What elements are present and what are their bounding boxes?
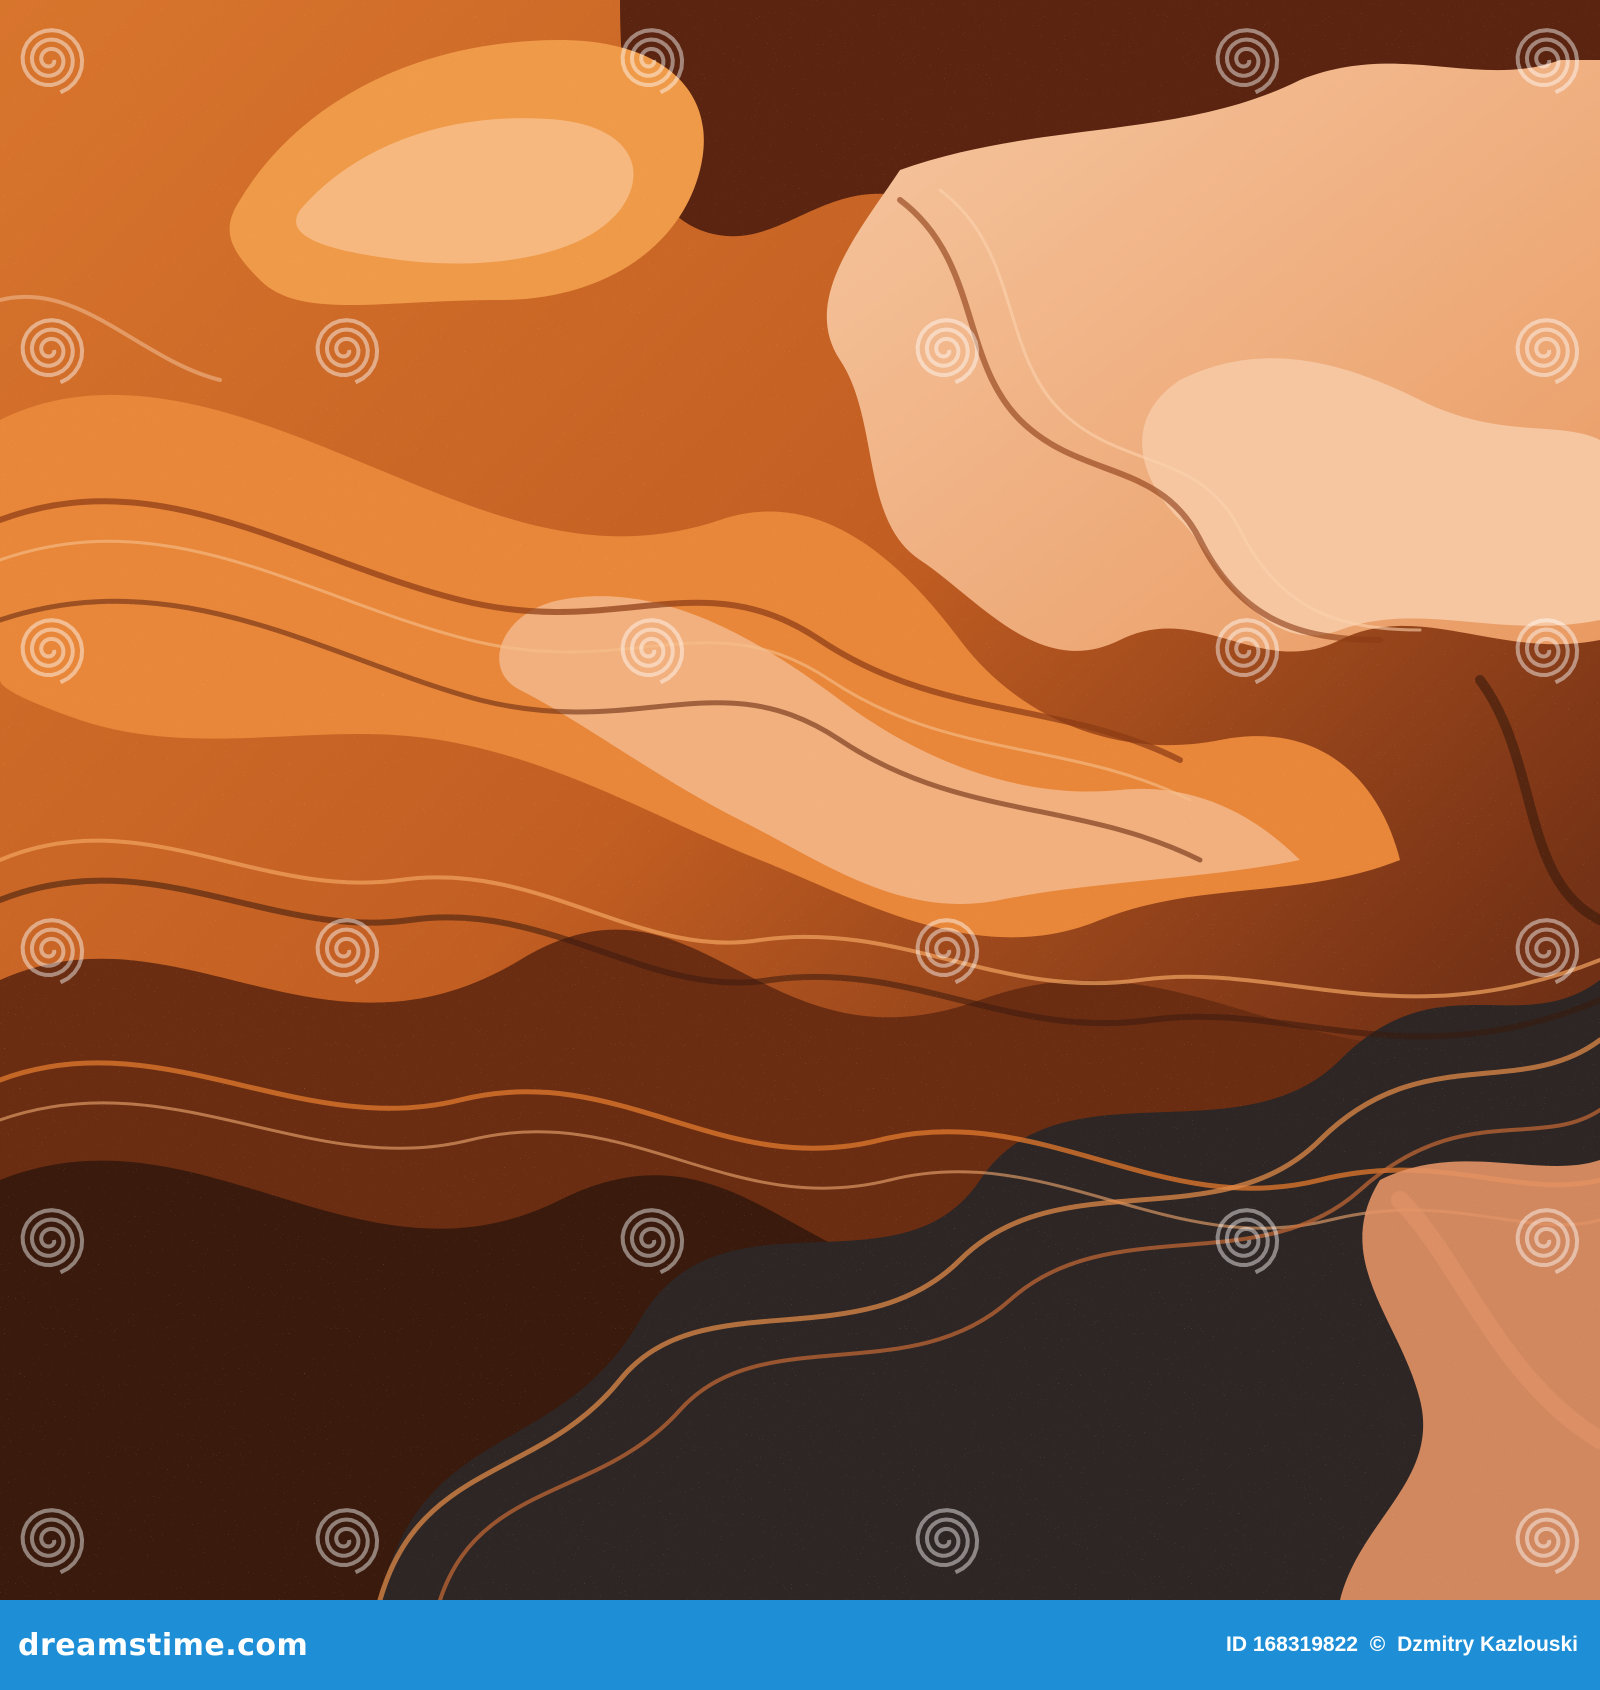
copyright-symbol: ©: [1369, 1633, 1386, 1656]
footer-bar: dreamstime.com ID 168319822 © Dzmitry Ka…: [0, 1600, 1600, 1690]
image-credit: ID 168319822 © Dzmitry Kazlouski: [1220, 1633, 1578, 1657]
stock-image-preview: dreamstime.com ID 168319822 © Dzmitry Ka…: [0, 0, 1600, 1690]
marble-swirl-artwork: [0, 0, 1600, 1600]
image-id: ID 168319822: [1225, 1633, 1358, 1656]
brand-logo-text[interactable]: dreamstime.com: [18, 1628, 308, 1663]
author-name[interactable]: Dzmitry Kazlouski: [1397, 1633, 1578, 1656]
